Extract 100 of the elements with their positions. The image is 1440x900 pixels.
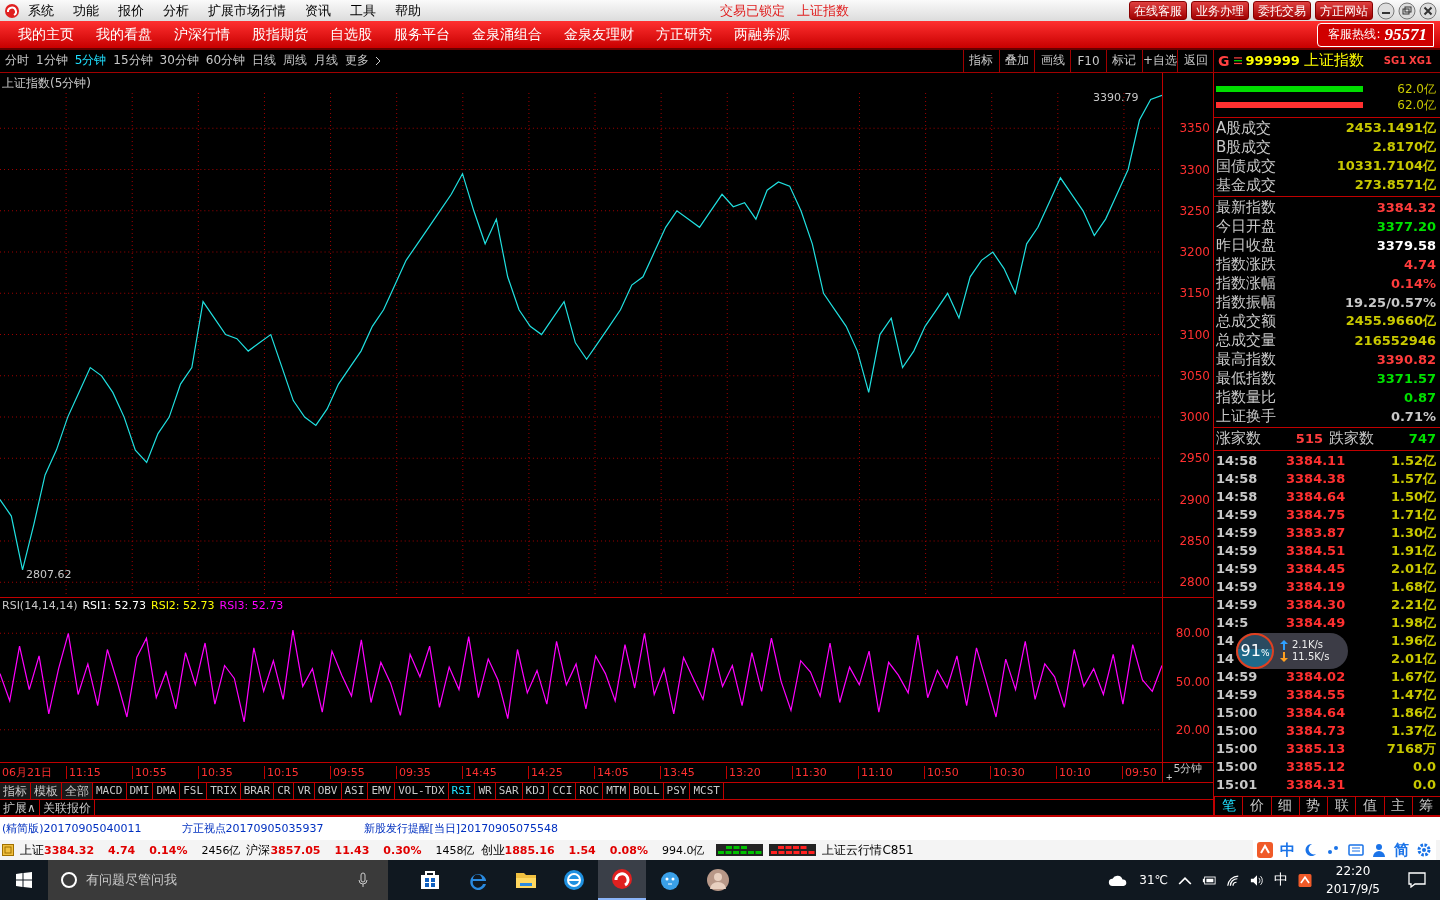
indicator-value: RSI3: 52.73 [219, 598, 284, 612]
news-link[interactable]: 方正视点20170905035937 [181, 821, 324, 836]
notification-icon[interactable] [1408, 872, 1426, 888]
index-amount: 2456亿 [201, 842, 241, 858]
upload-arrow-icon [1280, 639, 1288, 650]
menu-icon[interactable] [1233, 56, 1242, 66]
menu-item[interactable]: 工具 [350, 1, 376, 20]
nav-item[interactable]: 两融券源 [734, 25, 790, 44]
header-button[interactable]: 业务办理 [1191, 1, 1249, 21]
stat-value: 273.8571亿 [1354, 176, 1436, 195]
header-button[interactable]: 在线客服 [1129, 1, 1187, 21]
network-widget[interactable]: 91% 2.1K/s 11.5K/s [1236, 632, 1348, 669]
indicator-tab[interactable]: MTM [603, 782, 631, 799]
nav-item[interactable]: 金泉友理财 [564, 25, 634, 44]
period-tab[interactable]: 15分钟 [113, 52, 153, 70]
nav-item[interactable]: 自选股 [330, 25, 372, 44]
stat-value: 10331.7104亿 [1336, 157, 1436, 176]
indicator-tab[interactable]: 指标 [0, 782, 31, 799]
indicator-tab[interactable]: WR [475, 782, 496, 799]
tick-time: 14 [1216, 651, 1235, 667]
period-tab[interactable]: 分时 [5, 52, 29, 70]
microphone-icon[interactable] [358, 872, 368, 888]
header-button[interactable]: 委托交易 [1253, 1, 1311, 21]
tick-volume: 1.91亿 [1390, 541, 1436, 560]
indicator-tab[interactable]: VR [294, 782, 315, 799]
store-icon[interactable] [418, 868, 442, 892]
input-method[interactable]: 中 [1274, 871, 1289, 889]
window-icon[interactable] [2, 844, 14, 856]
news-link[interactable]: 新股发行提醒[当日]20170905075548 [363, 821, 559, 836]
ime-script[interactable]: 简 [1394, 840, 1409, 860]
hotline-label: 客服热线: [1328, 26, 1381, 44]
tick-price: 3384.64 [1286, 489, 1346, 505]
clock-date[interactable]: 2017/9/5 [1326, 880, 1380, 898]
period-tab[interactable]: 5分钟 [74, 52, 107, 70]
windows-start-icon[interactable] [16, 872, 32, 888]
extension-tab[interactable]: 扩展∧ [0, 799, 40, 816]
indicator-tab[interactable]: 模板 [31, 782, 62, 799]
expand-button[interactable]: + [1163, 772, 1173, 782]
index-code: 999999 [1245, 53, 1300, 69]
time-axis-label: 13:45 [660, 765, 726, 779]
period-tab[interactable]: 30分钟 [159, 52, 199, 70]
signal-label: SG1 [1383, 55, 1407, 67]
price-axis-label: 3200 [1179, 244, 1210, 261]
time-axis-label: 06月21日 [1, 764, 53, 780]
tick-price: 3385.12 [1286, 759, 1346, 775]
indicator-tab[interactable]: MCST [690, 782, 724, 799]
menu-item[interactable]: 扩展市场行情 [208, 1, 286, 20]
nav-item[interactable]: 方正研究 [656, 25, 712, 44]
time-axis-label: 10:35 [198, 765, 264, 779]
wifi-icon[interactable] [1226, 873, 1241, 887]
nav-item[interactable]: 金泉涌组合 [472, 25, 542, 44]
nav-item[interactable]: 我的主页 [18, 25, 74, 44]
chevron-right-icon[interactable] [375, 55, 382, 66]
indicator-tab[interactable]: ASI [341, 782, 369, 799]
settings-icon[interactable] [1416, 842, 1432, 858]
globe-browser-icon[interactable] [562, 868, 586, 892]
header-button[interactable]: 方正网站 [1315, 1, 1373, 21]
avatar-icon[interactable] [706, 868, 730, 892]
period-tab[interactable]: 更多 [345, 52, 370, 70]
period-tab[interactable]: 月线 [314, 52, 339, 70]
minimize-icon[interactable] [1377, 1, 1395, 20]
stat-value: 0.87 [1403, 389, 1436, 405]
nav-item[interactable]: 服务平台 [394, 25, 450, 44]
indicator-tab[interactable]: BOLL [630, 782, 664, 799]
period-tab[interactable]: 日线 [252, 52, 277, 70]
search-field[interactable]: 有问题尽管问我 [48, 860, 388, 900]
indicator-tab[interactable]: VOL-TDX [395, 782, 449, 799]
swirl-app-icon[interactable] [610, 867, 634, 891]
period-tab[interactable]: 1分钟 [36, 52, 68, 70]
indicator-tab[interactable]: MACD [93, 782, 127, 799]
period-tab[interactable]: 周线 [283, 52, 308, 70]
menu-item[interactable]: 帮助 [395, 1, 421, 20]
tick-price: 3384.49 [1286, 615, 1346, 631]
tick-time: 14:58 [1216, 453, 1258, 469]
nav-item[interactable]: 股指期货 [252, 25, 308, 44]
close-icon[interactable] [1419, 1, 1437, 20]
keyboard-icon[interactable] [1348, 842, 1364, 858]
app-tray-icon[interactable] [1298, 873, 1313, 887]
period-label: 5分钟 [1172, 762, 1204, 773]
restore-icon[interactable] [1398, 1, 1416, 20]
stat-value: 2.8170亿 [1372, 138, 1436, 157]
user-icon[interactable] [1371, 842, 1387, 858]
app-icon[interactable] [1257, 842, 1273, 858]
nav-item[interactable]: 我的看盘 [96, 25, 152, 44]
tick-volume: 1.96亿 [1390, 631, 1436, 650]
period-tab[interactable]: 60分钟 [205, 52, 246, 70]
menu-item[interactable]: 报价 [118, 1, 144, 20]
menu-item[interactable]: 分析 [163, 1, 189, 20]
indicator-tab[interactable]: TRIX [207, 782, 241, 799]
clock-time[interactable]: 22:20 [1335, 862, 1371, 880]
battery-icon[interactable] [1202, 873, 1217, 887]
volume-icon[interactable] [1250, 873, 1265, 887]
menu-item[interactable]: 功能 [73, 1, 99, 20]
menu-item[interactable]: 系统 [28, 1, 54, 20]
ime-mode[interactable]: 中 [1280, 840, 1295, 860]
menu-item[interactable]: 资讯 [305, 1, 331, 20]
nav-item[interactable]: 沪深行情 [174, 25, 230, 44]
stat-value: 4.74 [1403, 256, 1436, 272]
indicator-tab[interactable]: 全部 [62, 782, 93, 799]
news-link[interactable]: (精简版)20170905040011 [2, 821, 142, 836]
